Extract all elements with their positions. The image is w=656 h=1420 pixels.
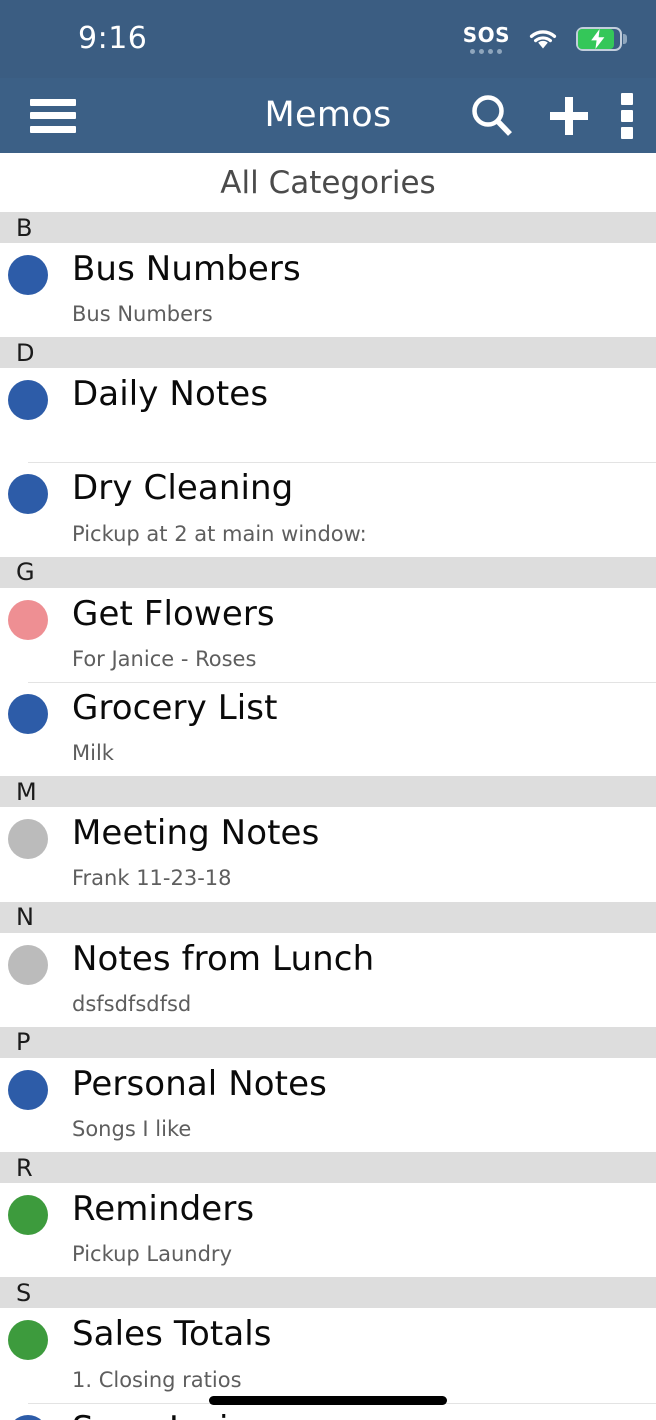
section-letter: B xyxy=(16,213,33,242)
memo-subtitle: For Janice - Roses xyxy=(72,646,257,671)
memo-item-content: Notes from Lunch dsfsdfsdfsd xyxy=(0,933,656,1027)
section-letter: S xyxy=(16,1278,32,1307)
memo-item-content: Personal Notes Songs I like xyxy=(0,1058,656,1152)
memo-list[interactable]: B Bus Numbers Bus Numbers D Daily Notes Dry C… xyxy=(0,212,656,1420)
memo-title: Get Flowers xyxy=(72,593,275,634)
memo-color-dot-blue xyxy=(8,694,48,734)
memo-item-content: Sales Totals 1. Closing ratios xyxy=(0,1308,656,1402)
memo-list-item[interactable]: Sales Totals 1. Closing ratios xyxy=(0,1308,656,1403)
memo-subtitle: dsfsdfsdfsd xyxy=(72,991,192,1016)
status-time: 9:16 xyxy=(78,21,148,56)
memo-subtitle: Songs I like xyxy=(72,1117,192,1141)
memo-list-item[interactable]: Daily Notes xyxy=(0,368,656,463)
category-filter-header[interactable]: All Categories xyxy=(0,153,656,212)
app-bar: Memos xyxy=(0,78,656,153)
status-indicators: SOS xyxy=(463,25,627,54)
memo-item-content: Meeting Notes Frank 11-23-18 xyxy=(0,807,656,901)
memo-color-dot-pink xyxy=(8,599,48,640)
section-letter: N xyxy=(16,903,34,932)
memo-list-item[interactable]: Bus Numbers Bus Numbers xyxy=(0,243,656,338)
app-screen: 9:16 SOS Memos All Categories B Bus Numb… xyxy=(0,0,656,1420)
memo-subtitle: Frank 11-23-18 xyxy=(72,866,232,891)
memo-item-content: Song Lyrics xyxy=(0,1403,656,1420)
memo-title: Reminders xyxy=(72,1189,255,1230)
memo-list-item[interactable]: Dry Cleaning Pickup at 2 at main window: xyxy=(0,462,656,557)
section-header: G xyxy=(0,556,656,588)
memo-item-content: Grocery List Milk xyxy=(0,682,656,776)
section-header: M xyxy=(0,776,656,808)
memo-color-dot-blue xyxy=(8,474,48,515)
memo-title: Song Lyrics xyxy=(72,1409,642,1420)
memo-title: Meeting Notes xyxy=(72,813,320,854)
category-filter-label: All Categories xyxy=(220,164,436,201)
section-header: N xyxy=(0,901,656,933)
memo-color-dot-blue xyxy=(8,1414,48,1420)
section-header: R xyxy=(0,1152,656,1184)
memo-item-content: Reminders Pickup Laundry xyxy=(0,1183,656,1277)
memo-title: Grocery List xyxy=(72,688,278,728)
home-indicator[interactable] xyxy=(209,1396,447,1405)
sos-label: SOS xyxy=(462,22,510,47)
memo-list-item[interactable]: Notes from Lunch dsfsdfsdfsd xyxy=(0,932,656,1027)
memo-color-dot-blue xyxy=(8,380,48,421)
plus-icon[interactable] xyxy=(544,91,594,141)
memo-item-content: Dry Cleaning Pickup at 2 at main window: xyxy=(0,462,656,556)
memo-list-item[interactable]: Personal Notes Songs I like xyxy=(0,1057,656,1153)
hamburger-menu-icon[interactable] xyxy=(30,98,76,133)
memo-color-dot-blue xyxy=(8,1069,48,1110)
memo-title: Dry Cleaning xyxy=(72,468,294,509)
section-letter: M xyxy=(16,777,37,806)
page-title: Memos xyxy=(264,95,392,135)
memo-subtitle: Pickup at 2 at main window: xyxy=(72,521,367,546)
memo-item-content: Get Flowers For Janice - Roses xyxy=(0,588,656,682)
memo-color-dot-gray xyxy=(8,819,48,860)
memo-list-item[interactable]: Get Flowers For Janice - Roses xyxy=(0,587,656,682)
memo-subtitle: Milk xyxy=(72,741,114,766)
memo-color-dot-gray xyxy=(8,944,48,985)
app-bar-actions xyxy=(466,90,656,142)
memo-subtitle xyxy=(72,427,642,452)
section-header: D xyxy=(0,337,656,369)
search-icon[interactable] xyxy=(466,90,518,142)
section-letter: R xyxy=(16,1153,33,1182)
memo-color-dot-blue xyxy=(8,255,48,295)
memo-item-content: Bus Numbers Bus Numbers xyxy=(0,243,656,337)
section-header: B xyxy=(0,212,656,243)
section-letter: D xyxy=(16,338,35,367)
memo-list-item[interactable]: Grocery List Milk xyxy=(0,682,656,777)
memo-color-dot-green xyxy=(8,1195,48,1236)
status-bar: 9:16 SOS xyxy=(0,0,656,78)
memo-list-item[interactable]: Song Lyrics xyxy=(0,1402,656,1420)
sos-icon: SOS xyxy=(463,25,510,54)
wifi-icon xyxy=(527,27,559,51)
sos-signal-dots xyxy=(470,48,503,54)
section-letter: G xyxy=(16,558,35,587)
section-letter: P xyxy=(16,1028,31,1057)
memo-title: Personal Notes xyxy=(72,1063,327,1104)
memo-list-item[interactable]: Meeting Notes Frank 11-23-18 xyxy=(0,807,656,902)
memo-color-dot-green xyxy=(8,1320,48,1361)
memo-title: Bus Numbers xyxy=(72,249,301,289)
memo-title: Daily Notes xyxy=(72,374,269,415)
memo-subtitle: Pickup Laundry xyxy=(72,1242,232,1267)
memo-title: Notes from Lunch xyxy=(72,938,375,979)
memo-item-content: Daily Notes xyxy=(0,368,656,462)
memo-title: Sales Totals xyxy=(72,1314,272,1355)
battery-charging-icon xyxy=(576,27,627,51)
memo-list-item[interactable]: Reminders Pickup Laundry xyxy=(0,1183,656,1278)
kebab-menu-icon[interactable] xyxy=(620,92,634,139)
section-header: P xyxy=(0,1026,656,1058)
section-header: S xyxy=(0,1277,656,1309)
memo-subtitle: 1. Closing ratios xyxy=(72,1367,242,1392)
memo-subtitle: Bus Numbers xyxy=(72,302,213,327)
